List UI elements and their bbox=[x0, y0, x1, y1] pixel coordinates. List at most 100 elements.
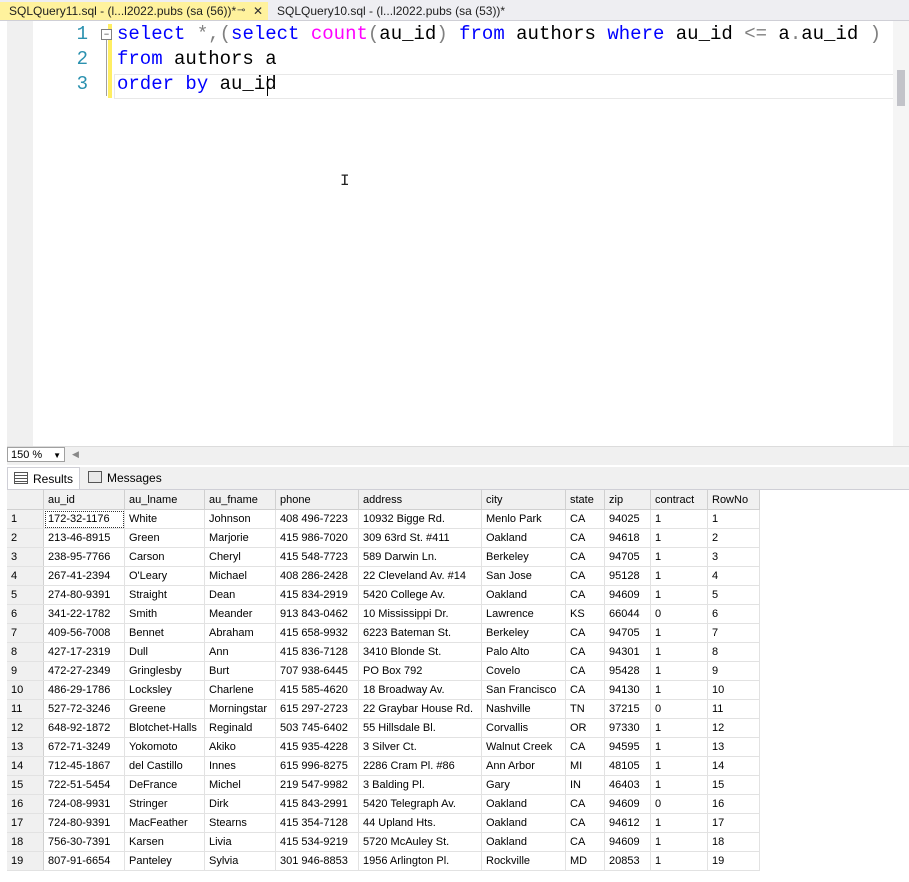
cell-phone[interactable]: 408 286-2428 bbox=[275, 566, 359, 586]
cell-rowno[interactable]: 6 bbox=[707, 604, 760, 624]
cell-contract[interactable]: 1 bbox=[650, 528, 708, 548]
table-row[interactable]: 4 267-41-2394 O'Leary Michael 408 286-2428 22… bbox=[7, 566, 760, 586]
column-header[interactable]: RowNo bbox=[707, 490, 760, 510]
pin-icon[interactable]: ⊸ bbox=[237, 2, 245, 20]
cell-state[interactable]: CA bbox=[565, 680, 605, 700]
cell-au-lname[interactable]: Panteley bbox=[124, 851, 205, 871]
cell-rowno[interactable]: 12 bbox=[707, 718, 760, 738]
row-number[interactable]: 3 bbox=[7, 547, 44, 567]
cell-rowno[interactable]: 7 bbox=[707, 623, 760, 643]
cell-contract[interactable]: 1 bbox=[650, 547, 708, 567]
cell-city[interactable]: Gary bbox=[481, 775, 566, 795]
cell-rowno[interactable]: 14 bbox=[707, 756, 760, 776]
cell-rowno[interactable]: 2 bbox=[707, 528, 760, 548]
editor-scroll-thumb[interactable] bbox=[897, 70, 905, 106]
cell-phone[interactable]: 415 534-9219 bbox=[275, 832, 359, 852]
cell-rowno[interactable]: 16 bbox=[707, 794, 760, 814]
table-row[interactable]: 8 427-17-2319 Dull Ann 415 836-7128 3410 Blon… bbox=[7, 642, 760, 662]
cell-au-id[interactable]: 527-72-3246 bbox=[43, 699, 125, 719]
cell-contract[interactable]: 1 bbox=[650, 737, 708, 757]
row-number[interactable]: 2 bbox=[7, 528, 44, 548]
tab-sqlquery11[interactable]: SQLQuery11.sql - (l...l2022.pubs (sa (56… bbox=[0, 2, 268, 20]
cell-phone[interactable]: 415 935-4228 bbox=[275, 737, 359, 757]
cell-au-lname[interactable]: Smith bbox=[124, 604, 205, 624]
column-header[interactable] bbox=[7, 490, 44, 510]
zoom-dropdown[interactable]: 150 % ▼ bbox=[7, 447, 65, 462]
cell-contract[interactable]: 0 bbox=[650, 604, 708, 624]
cell-contract[interactable]: 1 bbox=[650, 642, 708, 662]
results-grid[interactable]: au_id au_lname au_fname phone address ci… bbox=[7, 490, 760, 871]
cell-city[interactable]: Corvallis bbox=[481, 718, 566, 738]
table-row[interactable]: 6 341-22-1782 Smith Meander 913 843-0462 10 M… bbox=[7, 604, 760, 624]
cell-city[interactable]: Ann Arbor bbox=[481, 756, 566, 776]
cell-phone[interactable]: 415 548-7723 bbox=[275, 547, 359, 567]
table-row[interactable]: 11 527-72-3246 Greene Morningstar 615 297-27… bbox=[7, 699, 760, 719]
cell-rowno[interactable]: 4 bbox=[707, 566, 760, 586]
cell-phone[interactable]: 219 547-9982 bbox=[275, 775, 359, 795]
cell-au-fname[interactable]: Meander bbox=[204, 604, 276, 624]
cell-au-id[interactable]: 756-30-7391 bbox=[43, 832, 125, 852]
table-row[interactable]: 1 172-32-1176 White Johnson 408 496-7223 1093… bbox=[7, 509, 760, 529]
cell-phone[interactable]: 707 938-6445 bbox=[275, 661, 359, 681]
cell-au-id[interactable]: 472-27-2349 bbox=[43, 661, 125, 681]
cell-au-fname[interactable]: Cheryl bbox=[204, 547, 276, 567]
cell-rowno[interactable]: 13 bbox=[707, 737, 760, 757]
cell-state[interactable]: CA bbox=[565, 813, 605, 833]
cell-rowno[interactable]: 11 bbox=[707, 699, 760, 719]
cell-rowno[interactable]: 3 bbox=[707, 547, 760, 567]
column-header[interactable]: au_lname bbox=[124, 490, 205, 510]
cell-au-fname[interactable]: Michael bbox=[204, 566, 276, 586]
cell-address[interactable]: 1956 Arlington Pl. bbox=[358, 851, 482, 871]
cell-contract[interactable]: 1 bbox=[650, 832, 708, 852]
cell-phone[interactable]: 415 354-7128 bbox=[275, 813, 359, 833]
cell-zip[interactable]: 66044 bbox=[604, 604, 651, 624]
cell-au-lname[interactable]: Gringlesby bbox=[124, 661, 205, 681]
cell-address[interactable]: PO Box 792 bbox=[358, 661, 482, 681]
cell-address[interactable]: 5720 McAuley St. bbox=[358, 832, 482, 852]
cell-city[interactable]: Berkeley bbox=[481, 547, 566, 567]
cell-au-id[interactable]: 172-32-1176 bbox=[43, 509, 125, 529]
cell-zip[interactable]: 94705 bbox=[604, 623, 651, 643]
tab-messages[interactable]: Messages bbox=[82, 467, 164, 489]
table-row[interactable]: 9 472-27-2349 Gringlesby Burt 707 938-6445 PO… bbox=[7, 661, 760, 681]
cell-au-lname[interactable]: DeFrance bbox=[124, 775, 205, 795]
cell-au-id[interactable]: 409-56-7008 bbox=[43, 623, 125, 643]
cell-au-id[interactable]: 274-80-9391 bbox=[43, 585, 125, 605]
cell-address[interactable]: 5420 Telegraph Av. bbox=[358, 794, 482, 814]
cell-phone[interactable]: 913 843-0462 bbox=[275, 604, 359, 624]
cell-au-fname[interactable]: Dean bbox=[204, 585, 276, 605]
row-number[interactable]: 5 bbox=[7, 585, 44, 605]
cell-city[interactable]: Menlo Park bbox=[481, 509, 566, 529]
cell-zip[interactable]: 48105 bbox=[604, 756, 651, 776]
column-header[interactable]: address bbox=[358, 490, 482, 510]
cell-contract[interactable]: 0 bbox=[650, 794, 708, 814]
cell-city[interactable]: Lawrence bbox=[481, 604, 566, 624]
cell-contract[interactable]: 1 bbox=[650, 680, 708, 700]
cell-rowno[interactable]: 17 bbox=[707, 813, 760, 833]
cell-city[interactable]: Palo Alto bbox=[481, 642, 566, 662]
cell-phone[interactable]: 615 996-8275 bbox=[275, 756, 359, 776]
cell-au-id[interactable]: 427-17-2319 bbox=[43, 642, 125, 662]
cell-address[interactable]: 44 Upland Hts. bbox=[358, 813, 482, 833]
table-row[interactable]: 19 807-91-6654 Panteley Sylvia 301 946-8853 1… bbox=[7, 851, 760, 871]
cell-state[interactable]: CA bbox=[565, 642, 605, 662]
cell-address[interactable]: 5420 College Av. bbox=[358, 585, 482, 605]
cell-phone[interactable]: 415 836-7128 bbox=[275, 642, 359, 662]
cell-au-id[interactable]: 724-08-9931 bbox=[43, 794, 125, 814]
close-tab-button[interactable]: ✕ bbox=[253, 2, 263, 20]
cell-address[interactable]: 3 Balding Pl. bbox=[358, 775, 482, 795]
cell-zip[interactable]: 95428 bbox=[604, 661, 651, 681]
cell-city[interactable]: Oakland bbox=[481, 794, 566, 814]
cell-phone[interactable]: 301 946-8853 bbox=[275, 851, 359, 871]
cell-zip[interactable]: 94609 bbox=[604, 832, 651, 852]
cell-au-lname[interactable]: Bennet bbox=[124, 623, 205, 643]
cell-city[interactable]: Oakland bbox=[481, 813, 566, 833]
cell-au-fname[interactable]: Akiko bbox=[204, 737, 276, 757]
cell-state[interactable]: CA bbox=[565, 547, 605, 567]
row-number[interactable]: 17 bbox=[7, 813, 44, 833]
cell-phone[interactable]: 415 834-2919 bbox=[275, 585, 359, 605]
cell-address[interactable]: 589 Darwin Ln. bbox=[358, 547, 482, 567]
cell-address[interactable]: 3410 Blonde St. bbox=[358, 642, 482, 662]
cell-au-fname[interactable]: Stearns bbox=[204, 813, 276, 833]
cell-zip[interactable]: 20853 bbox=[604, 851, 651, 871]
